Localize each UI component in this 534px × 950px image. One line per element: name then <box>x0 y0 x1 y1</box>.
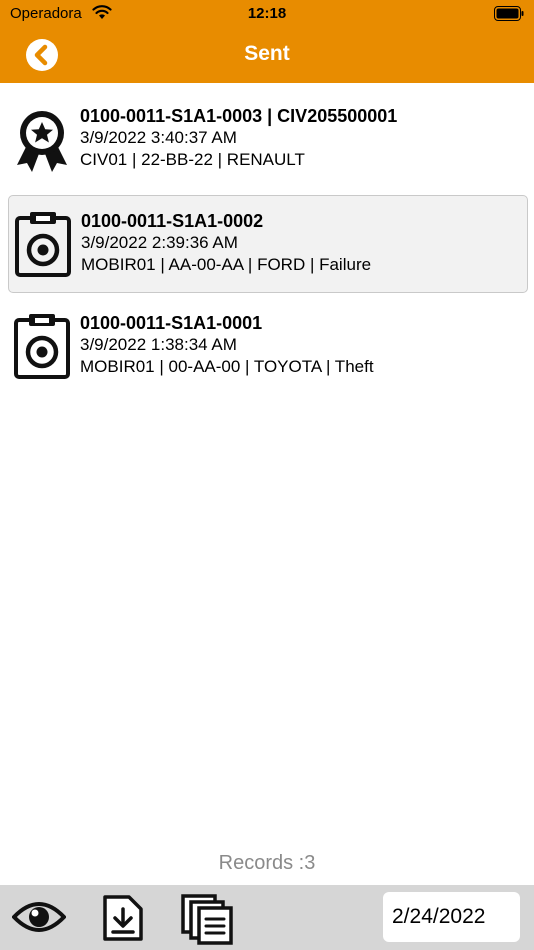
navigation-bar: Sent <box>0 28 534 83</box>
clock: 12:18 <box>247 5 287 22</box>
page-title: Sent <box>244 42 290 65</box>
row-title: 0100-0011-S1A1-0001 <box>80 313 263 333</box>
download-button[interactable] <box>101 895 145 946</box>
records-count: Records :3 <box>218 852 316 874</box>
row-timestamp: 3/9/2022 3:40:37 AM <box>80 128 237 147</box>
eye-icon <box>11 902 67 932</box>
download-icon <box>103 895 143 941</box>
list-item[interactable]: 0100-0011-S1A1-0003 | CIV205500001 3/9/2… <box>8 91 528 189</box>
date-field[interactable]: 2/24/2022 <box>383 892 520 942</box>
row-details: CIV01 | 22-BB-22 | RENAULT <box>80 150 305 169</box>
list-item[interactable]: 0100-0011-S1A1-0001 3/9/2022 1:38:34 AM … <box>8 298 528 396</box>
row-details: MOBIR01 | 00-AA-00 | TOYOTA | Theft <box>80 357 374 376</box>
row-details: MOBIR01 | AA-00-AA | FORD | Failure <box>81 255 372 274</box>
view-button[interactable] <box>11 899 67 940</box>
row-title: 0100-0011-S1A1-0003 | CIV205500001 <box>80 106 398 126</box>
copy-button[interactable] <box>180 893 234 950</box>
status-bar: Operadora 12:18 <box>0 0 534 28</box>
battery-icon <box>494 6 524 21</box>
camera-clipboard-icon <box>14 314 70 379</box>
award-badge-icon <box>17 111 67 172</box>
camera-clipboard-icon <box>15 212 71 277</box>
row-title: 0100-0011-S1A1-0002 <box>81 211 264 231</box>
row-timestamp: 3/9/2022 2:39:36 AM <box>81 233 238 252</box>
row-timestamp: 3/9/2022 1:38:34 AM <box>80 335 237 354</box>
copy-documents-icon <box>181 894 233 945</box>
bottom-toolbar: 2/24/2022 <box>0 885 534 950</box>
list-item[interactable]: 0100-0011-S1A1-0002 3/9/2022 2:39:36 AM … <box>8 195 528 293</box>
